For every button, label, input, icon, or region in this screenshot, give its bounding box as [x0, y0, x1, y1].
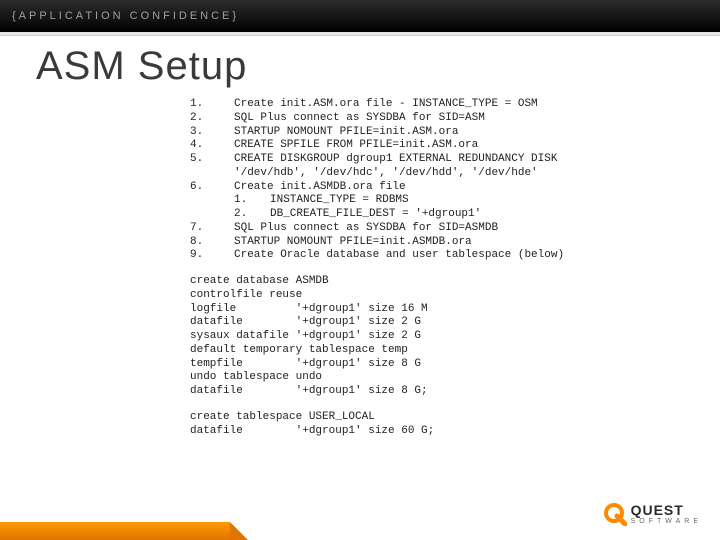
- step-item: 8.STARTUP NOMOUNT PFILE=init.ASMDB.ora: [190, 236, 700, 250]
- substep-number: 1.: [234, 194, 270, 208]
- sql-block-1: create database ASMDB controlfile reuse …: [190, 275, 700, 399]
- step-number: 2.: [190, 112, 234, 126]
- step-text: SQL Plus connect as SYSDBA for SID=ASMDB: [234, 222, 700, 236]
- step-number: 7.: [190, 222, 234, 236]
- brand-text: QUEST SOFTWARE: [631, 503, 702, 525]
- step-number: 4.: [190, 139, 234, 153]
- substep-number: 2.: [234, 208, 270, 222]
- step-number: 8.: [190, 236, 234, 250]
- step-item: 5.CREATE DISKGROUP dgroup1 EXTERNAL REDU…: [190, 153, 700, 181]
- step-number: 1.: [190, 98, 234, 112]
- content-area: 1.Create init.ASM.ora file - INSTANCE_TY…: [190, 98, 700, 450]
- brand-name-top: QUEST: [631, 503, 702, 517]
- brand-name-bottom: SOFTWARE: [631, 518, 702, 525]
- header-bar: {APPLICATION CONFIDENCE}: [0, 0, 720, 32]
- substep-text: DB_CREATE_FILE_DEST = '+dgroup1': [270, 208, 481, 222]
- step-item: 4.CREATE SPFILE FROM PFILE=init.ASM.ora: [190, 139, 700, 153]
- page-title: ASM Setup: [36, 44, 247, 89]
- step-item: 9.Create Oracle database and user tables…: [190, 249, 700, 263]
- substep-text: INSTANCE_TYPE = RDBMS: [270, 194, 409, 208]
- step-item: 7.SQL Plus connect as SYSDBA for SID=ASM…: [190, 222, 700, 236]
- header-rule: [0, 32, 720, 36]
- step-text: CREATE SPFILE FROM PFILE=init.ASM.ora: [234, 139, 700, 153]
- steps-list: 1.Create init.ASM.ora file - INSTANCE_TY…: [190, 98, 700, 263]
- quest-q-icon: [603, 502, 627, 526]
- step-item: 1.Create init.ASM.ora file - INSTANCE_TY…: [190, 98, 700, 112]
- slide: {APPLICATION CONFIDENCE} ASM Setup 1.Cre…: [0, 0, 720, 540]
- step-text: STARTUP NOMOUNT PFILE=init.ASM.ora: [234, 126, 700, 140]
- step-number: 3.: [190, 126, 234, 140]
- step-text: CREATE DISKGROUP dgroup1 EXTERNAL REDUND…: [234, 153, 700, 181]
- sql-block-2: create tablespace USER_LOCAL datafile '+…: [190, 411, 700, 439]
- brand-logo: QUEST SOFTWARE: [603, 502, 702, 526]
- step-text: STARTUP NOMOUNT PFILE=init.ASMDB.ora: [234, 236, 700, 250]
- substep-item: 1.INSTANCE_TYPE = RDBMS: [190, 194, 700, 208]
- step-number: 5.: [190, 153, 234, 181]
- header-tag: {APPLICATION CONFIDENCE}: [12, 10, 239, 22]
- step-text: Create init.ASMDB.ora file: [234, 181, 700, 195]
- step-number: 9.: [190, 249, 234, 263]
- step-text: SQL Plus connect as SYSDBA for SID=ASM: [234, 112, 700, 126]
- step-item: 6.Create init.ASMDB.ora file: [190, 181, 700, 195]
- step-text: Create Oracle database and user tablespa…: [234, 249, 700, 263]
- footer-accent: [0, 522, 230, 540]
- step-item: 3.STARTUP NOMOUNT PFILE=init.ASM.ora: [190, 126, 700, 140]
- substep-item: 2.DB_CREATE_FILE_DEST = '+dgroup1': [190, 208, 700, 222]
- step-text: Create init.ASM.ora file - INSTANCE_TYPE…: [234, 98, 700, 112]
- step-number: 6.: [190, 181, 234, 195]
- step-item: 2.SQL Plus connect as SYSDBA for SID=ASM: [190, 112, 700, 126]
